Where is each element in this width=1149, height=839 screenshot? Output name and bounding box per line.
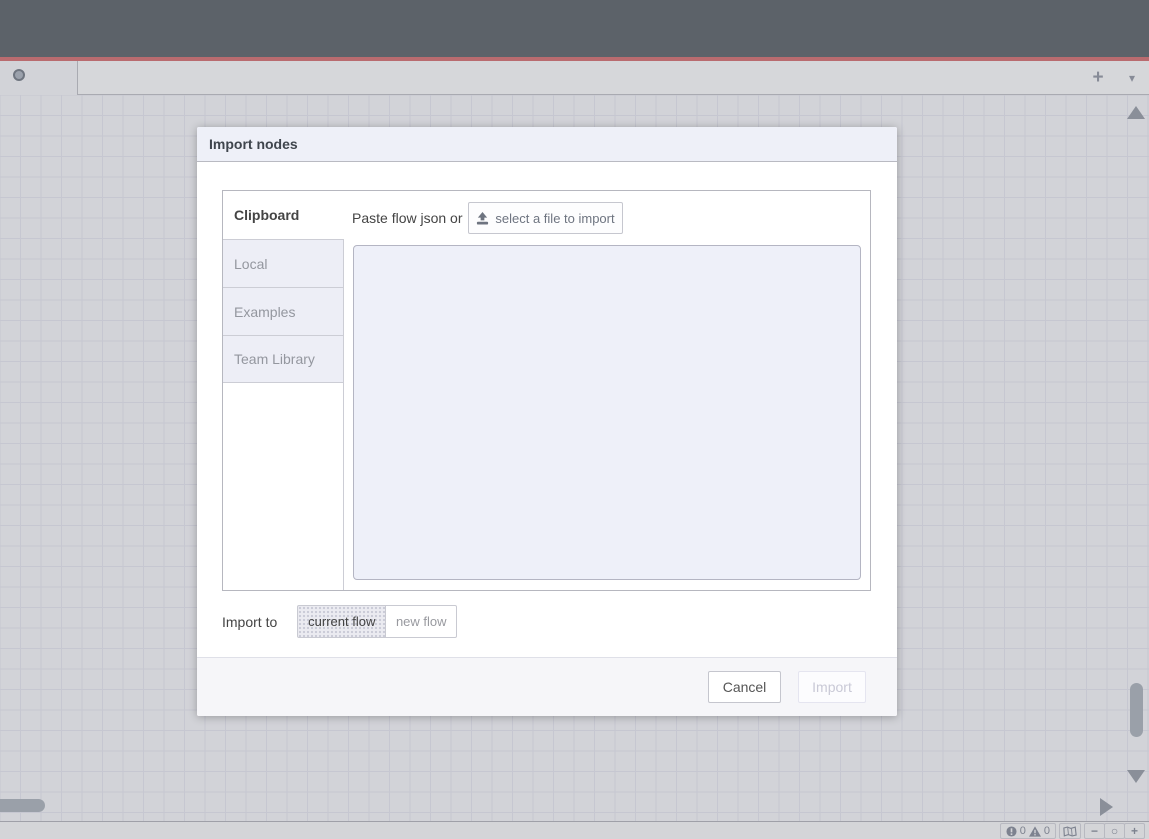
import-to-label: Import to <box>222 614 277 630</box>
import-button[interactable]: Import <box>798 671 866 703</box>
error-circle-icon <box>1006 826 1017 837</box>
warning-triangle-icon <box>1029 826 1041 837</box>
select-file-button[interactable]: select a file to import <box>468 202 623 234</box>
dialog-header: Import nodes <box>197 127 897 162</box>
scroll-down-icon[interactable] <box>1127 770 1145 783</box>
navigator-toggle-button[interactable] <box>1059 823 1081 839</box>
dialog-footer: Cancel Import <box>197 657 897 716</box>
statusbar: 0 0 − ○ + <box>0 821 1149 839</box>
flow-json-textarea[interactable] <box>353 245 861 580</box>
map-icon <box>1063 826 1077 837</box>
upload-icon <box>476 212 489 225</box>
import-tab-column: Clipboard Local Examples Team Library <box>223 191 344 590</box>
flow-list-dropdown-icon[interactable]: ▾ <box>1123 71 1141 85</box>
tabbar-controls: + ▾ <box>1087 61 1141 95</box>
zoom-in-button[interactable]: + <box>1124 823 1145 839</box>
workspace-tabbar: + ▾ <box>0 61 1149 95</box>
paste-json-label: Paste flow json or <box>352 202 463 234</box>
tab-clipboard[interactable]: Clipboard <box>223 191 345 239</box>
tab-examples[interactable]: Examples <box>223 287 343 335</box>
import-to-current-flow-button[interactable]: current flow <box>297 605 386 638</box>
zoom-reset-button[interactable]: ○ <box>1104 823 1125 839</box>
import-to-new-flow-button[interactable]: new flow <box>385 605 457 638</box>
dialog-title: Import nodes <box>197 127 897 161</box>
app-header <box>0 0 1149 57</box>
import-source-panel: Clipboard Local Examples Team Library Pa… <box>222 190 871 591</box>
vertical-scrollbar[interactable] <box>1130 683 1143 737</box>
notification-counts[interactable]: 0 0 <box>1000 823 1056 839</box>
horizontal-scrollbar[interactable] <box>0 799 45 812</box>
scroll-up-icon[interactable] <box>1127 106 1145 119</box>
scroll-right-icon[interactable] <box>1100 798 1113 816</box>
workspace-tab[interactable] <box>0 61 78 95</box>
tab-local[interactable]: Local <box>223 239 343 287</box>
add-flow-button[interactable]: + <box>1087 67 1109 89</box>
import-nodes-dialog: Import nodes Clipboard Local Examples Te… <box>197 127 897 716</box>
cancel-button[interactable]: Cancel <box>708 671 781 703</box>
tab-team-library[interactable]: Team Library <box>223 335 343 383</box>
error-count: 0 <box>1020 825 1026 837</box>
warning-count: 0 <box>1044 825 1050 837</box>
workspace-tab-dot-icon <box>13 69 25 81</box>
import-to-row: Import to current flow new flow <box>222 605 457 638</box>
zoom-out-button[interactable]: − <box>1084 823 1105 839</box>
select-file-button-label: select a file to import <box>495 211 614 226</box>
